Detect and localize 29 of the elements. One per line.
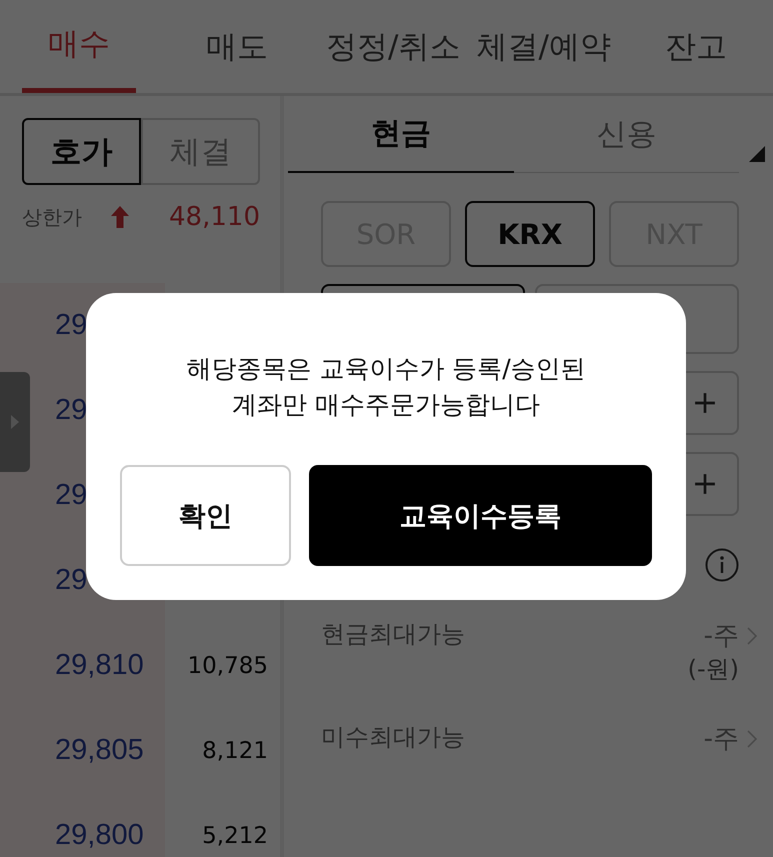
order-price[interactable]: 29 [55, 394, 88, 427]
order-price[interactable]: 29 [55, 479, 88, 512]
order-price[interactable]: 29 [55, 564, 88, 597]
order-quantity: 10,785 [188, 652, 268, 678]
register-button[interactable]: 교육이수등록 [309, 465, 652, 566]
info-icon[interactable] [705, 548, 739, 582]
order-tab[interactable]: 체결/예약 [468, 0, 619, 93]
max-available-amount: (-원) [688, 654, 739, 685]
account-tab[interactable]: 현금 [288, 96, 514, 173]
plus-icon [694, 392, 716, 414]
max-available-label: 미수최대가능 [321, 722, 465, 753]
quote-toggle-button[interactable]: 호가 [22, 118, 141, 185]
max-available-label: 현금최대가능 [321, 619, 465, 650]
order-quantity: 5,212 [202, 822, 268, 848]
corner-triangle-icon [749, 146, 765, 162]
order-quantity: 8,121 [202, 738, 268, 764]
order-tab[interactable]: 정정/취소 [318, 0, 468, 93]
side-panel-handle[interactable] [0, 372, 30, 472]
confirm-button[interactable]: 확인 [120, 465, 291, 566]
order-tab[interactable]: 잔고 [618, 0, 727, 93]
upper-limit-price: 48,110 [169, 202, 260, 232]
upper-limit-label: 상한가 [22, 204, 82, 230]
order-tab[interactable]: 매수 [22, 0, 136, 93]
order-price[interactable]: 29 [55, 309, 88, 342]
plus-icon [694, 473, 716, 495]
market-venue-button[interactable]: KRX [465, 201, 595, 267]
up-arrow-icon [110, 205, 130, 229]
dialog-message: 해당종목은 교육이수가 등록/승인된 계좌만 매수주문가능합니다 [186, 353, 586, 421]
order-tab[interactable]: 매도 [136, 0, 318, 93]
